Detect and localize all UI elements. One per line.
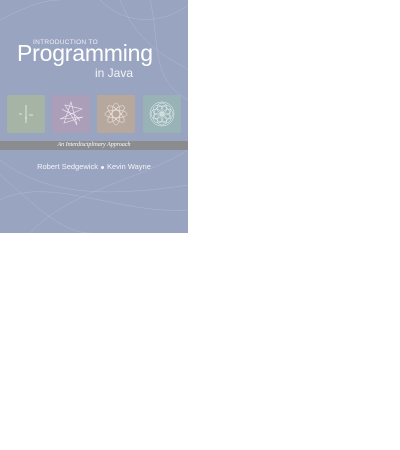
book-cover: INTRODUCTION TO Programming in Java An I… (0, 0, 188, 233)
subtitle-band: An Interdisciplinary Approach (0, 141, 188, 150)
tile-rosette (143, 95, 181, 133)
tile-plot (7, 95, 45, 133)
tile-spirograph (97, 95, 135, 133)
author-name: Kevin Wayne (106, 162, 151, 171)
title-sub: in Java (95, 66, 134, 80)
spirograph-tile-icon (104, 102, 128, 126)
author-separator-dot (100, 165, 104, 169)
title-main: Programming (17, 40, 153, 66)
authors: Robert Sedgewick Kevin Wayne (0, 162, 188, 171)
subtitle-text: An Interdisciplinary Approach (57, 142, 131, 148)
rosette-tile-icon (149, 101, 175, 127)
tile-star-curve (52, 95, 90, 133)
star-curve-tile-icon (59, 100, 84, 126)
plot-tile-icon (19, 105, 33, 123)
author-name: Robert Sedgewick (37, 162, 98, 171)
